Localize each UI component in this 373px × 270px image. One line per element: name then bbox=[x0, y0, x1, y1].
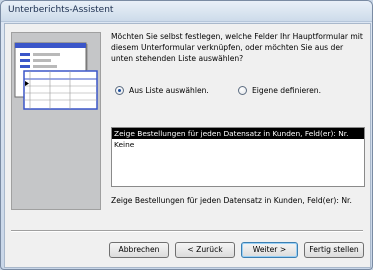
separator bbox=[11, 230, 363, 232]
form-subform-diagram-icon bbox=[14, 42, 98, 110]
finish-button[interactable]: Fertig stellen bbox=[304, 242, 364, 258]
radio-unselected-icon bbox=[238, 85, 247, 95]
relationship-listbox[interactable]: Zeige Bestellungen für jeden Datensatz i… bbox=[111, 127, 365, 187]
selection-description: Zeige Bestellungen für jeden Datensatz i… bbox=[111, 196, 352, 205]
back-button[interactable]: < Zurück bbox=[175, 242, 235, 258]
cancel-button[interactable]: Abbrechen bbox=[109, 242, 169, 258]
radio-from-list-label: Aus Liste auswählen. bbox=[129, 85, 209, 95]
list-item[interactable]: Keine bbox=[112, 139, 364, 150]
title-bar[interactable]: Unterberichts-Assistent bbox=[1, 1, 372, 22]
window-title: Unterberichts-Assistent bbox=[8, 5, 114, 15]
radio-define-own-label: Eigene definieren. bbox=[252, 85, 322, 95]
wizard-window: Unterberichts-Assistent Möchten Sie selb… bbox=[0, 0, 373, 270]
radio-from-list[interactable]: Aus Liste auswählen. bbox=[115, 84, 209, 96]
radio-define-own[interactable]: Eigene definieren. bbox=[238, 84, 321, 96]
next-button[interactable]: Weiter > bbox=[241, 242, 298, 258]
list-item[interactable]: Zeige Bestellungen für jeden Datensatz i… bbox=[112, 128, 364, 139]
wizard-prompt: Möchten Sie selbst festlegen, welche Fel… bbox=[111, 32, 363, 63]
radio-selected-icon bbox=[115, 85, 124, 95]
wizard-content: Möchten Sie selbst festlegen, welche Fel… bbox=[4, 23, 371, 268]
subreport-illustration bbox=[11, 32, 101, 210]
